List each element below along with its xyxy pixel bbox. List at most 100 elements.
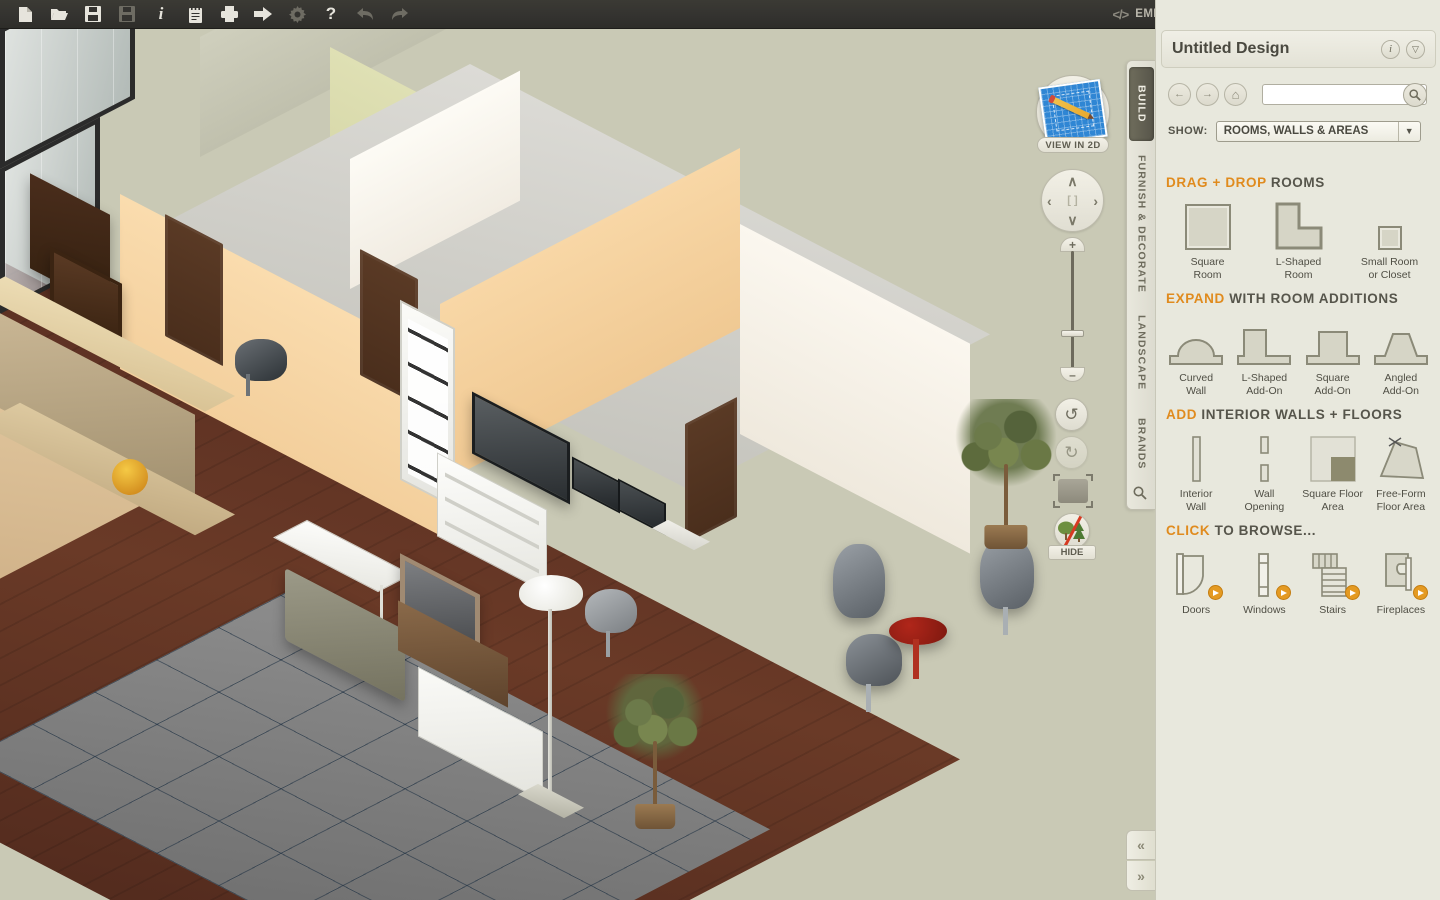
small-room-icon [1377, 200, 1402, 250]
item-l-shaped-room[interactable]: L-Shaped Room [1253, 200, 1344, 281]
chevron-down-icon[interactable]: ▽ [1406, 39, 1425, 59]
item-label: Small Room or Closet [1360, 256, 1419, 281]
print-icon[interactable] [212, 0, 246, 28]
undo-icon[interactable] [348, 0, 382, 28]
app-root: i ? </> EMBED THIS DESI [0, 0, 1440, 900]
panel-nav-row: ← → ⌂ [1156, 78, 1440, 110]
pan-navigation-pad[interactable]: ∧ ∨ ‹ › [ ] [1041, 169, 1104, 232]
interior-door-3[interactable] [685, 396, 737, 544]
zoom-in-button[interactable]: + [1060, 237, 1085, 252]
chevron-down-icon[interactable]: ▼ [1397, 121, 1420, 141]
free-form-floor-area-icon [1375, 432, 1427, 482]
dining-chair-1[interactable] [585, 589, 637, 633]
section-items: Interior Wall Wall Opening Square Floor … [1156, 432, 1440, 513]
section-title-rest: INTERIOR WALLS + FLOORS [1197, 407, 1403, 422]
search-field-wrapper[interactable] [1262, 82, 1427, 107]
patio-chair-2[interactable] [846, 634, 902, 686]
hide-plants-icon[interactable] [1054, 513, 1090, 549]
hide-plants-button[interactable] [1054, 513, 1090, 549]
pan-up-arrow-icon[interactable]: ∧ [1067, 174, 1077, 188]
patio-chair-1[interactable] [833, 544, 885, 618]
show-dropdown-value: ROOMS, WALLS & AREAS [1223, 125, 1369, 137]
item-label: Square Room [1190, 256, 1225, 281]
expand-panel-button[interactable]: » [1126, 861, 1155, 891]
hide-label[interactable]: HIDE [1048, 545, 1096, 560]
item-wall-opening[interactable]: Wall Opening [1230, 432, 1298, 513]
item-label: Square Add-On [1314, 372, 1351, 397]
design-canvas-3d[interactable]: VIEW IN 2D ∧ ∨ ‹ › [ ] + – ↺ ↻ HIDE [0, 29, 1125, 900]
forward-button[interactable]: → [1196, 82, 1219, 106]
view-in-2d-label[interactable]: VIEW IN 2D [1037, 137, 1109, 153]
redo-icon[interactable] [382, 0, 416, 28]
plant-trunk [653, 740, 657, 811]
potted-plant-2[interactable] [600, 674, 710, 829]
fit-to-screen-button[interactable] [1058, 479, 1088, 503]
office-chair-post [246, 374, 250, 396]
square-floor-area-icon [1309, 432, 1356, 482]
zoom-slider[interactable]: + – [1060, 237, 1085, 382]
help-icon[interactable]: ? [314, 0, 348, 28]
show-dropdown[interactable]: ROOMS, WALLS & AREAS ▼ [1215, 120, 1421, 142]
zoom-out-button[interactable]: – [1060, 367, 1085, 382]
patio-chair-2-post [866, 684, 871, 712]
item-square-room[interactable]: Square Room [1162, 200, 1253, 281]
item-interior-wall[interactable]: Interior Wall [1162, 432, 1230, 513]
section-title-highlight: ADD [1166, 407, 1198, 422]
pan-right-arrow-icon[interactable]: › [1093, 194, 1098, 208]
recenter-icon[interactable]: [ ] [1067, 195, 1077, 206]
item-l-shaped-add-on[interactable]: L-Shaped Add-On [1230, 316, 1298, 397]
office-chair-back[interactable] [235, 339, 287, 381]
save-as-icon[interactable] [110, 0, 144, 28]
patio-table-post [913, 639, 919, 679]
item-small-room-or-closet[interactable]: Small Room or Closet [1344, 200, 1435, 281]
item-angled-add-on[interactable]: Angled Add-On [1367, 316, 1435, 397]
rail-tab-build[interactable]: BUILD [1129, 67, 1154, 141]
search-icon[interactable] [1403, 82, 1427, 107]
zoom-thumb[interactable] [1061, 330, 1084, 337]
pencil-icon [1052, 97, 1091, 120]
info-icon[interactable]: i [144, 0, 178, 28]
back-button[interactable]: ← [1168, 82, 1191, 106]
item-square-add-on[interactable]: Square Add-On [1299, 316, 1367, 397]
floor-lamp-shade[interactable] [519, 575, 583, 611]
rotate-right-button[interactable]: ↻ [1055, 436, 1088, 469]
rotate-left-button[interactable]: ↺ [1055, 398, 1088, 431]
info-icon[interactable]: i [1381, 39, 1400, 59]
item-label: Curved Wall [1179, 372, 1214, 397]
section-title: CLICK TO BROWSE... [1156, 523, 1440, 538]
show-filter-row: SHOW: ROOMS, WALLS & AREAS ▼ [1156, 118, 1440, 144]
pan-left-arrow-icon[interactable]: ‹ [1047, 194, 1052, 208]
collapse-panel-button[interactable]: « [1126, 830, 1155, 860]
item-label: Angled Add-On [1382, 372, 1419, 397]
new-document-icon[interactable] [8, 0, 42, 28]
zoom-track[interactable] [1071, 251, 1074, 369]
search-input[interactable] [1263, 85, 1398, 104]
rail-tab-landscape[interactable]: LANDSCAPE [1129, 305, 1154, 401]
square-room-icon [1184, 200, 1231, 250]
item-stairs[interactable]: Stairs [1299, 548, 1367, 617]
section-title-highlight: EXPAND [1166, 291, 1225, 306]
item-curved-wall[interactable]: Curved Wall [1162, 316, 1230, 397]
item-free-form-floor-area[interactable]: Free-Form Floor Area [1367, 432, 1435, 513]
settings-gear-icon[interactable] [280, 0, 314, 28]
item-fireplaces[interactable]: Fireplaces [1367, 548, 1435, 617]
pan-down-arrow-icon[interactable]: ∨ [1067, 213, 1077, 227]
home-button[interactable]: ⌂ [1224, 82, 1247, 106]
potted-plant-1[interactable] [946, 399, 1066, 549]
notes-icon[interactable] [178, 0, 212, 28]
monitor-1[interactable] [572, 456, 620, 514]
rail-tab-brands[interactable]: BRANDS [1129, 407, 1154, 481]
square-add-on-icon [1305, 316, 1361, 366]
open-folder-icon[interactable] [42, 0, 76, 28]
fruit-bowl[interactable] [112, 459, 148, 495]
save-icon[interactable] [76, 0, 110, 28]
item-doors[interactable]: Doors [1162, 548, 1230, 617]
item-square-floor-area[interactable]: Square Floor Area [1299, 432, 1367, 513]
patio-chair-3-post [1003, 607, 1008, 635]
rail-tab-furnish-decorate[interactable]: FURNISH & DECORATE [1129, 149, 1154, 299]
item-windows[interactable]: Windows [1230, 548, 1298, 617]
section-click-to-browse: CLICK TO BROWSE... Doors Windows Stairs … [1156, 523, 1440, 617]
search-icon[interactable] [1133, 486, 1147, 503]
browse-badge-icon [1208, 585, 1224, 600]
export-icon[interactable] [246, 0, 280, 28]
